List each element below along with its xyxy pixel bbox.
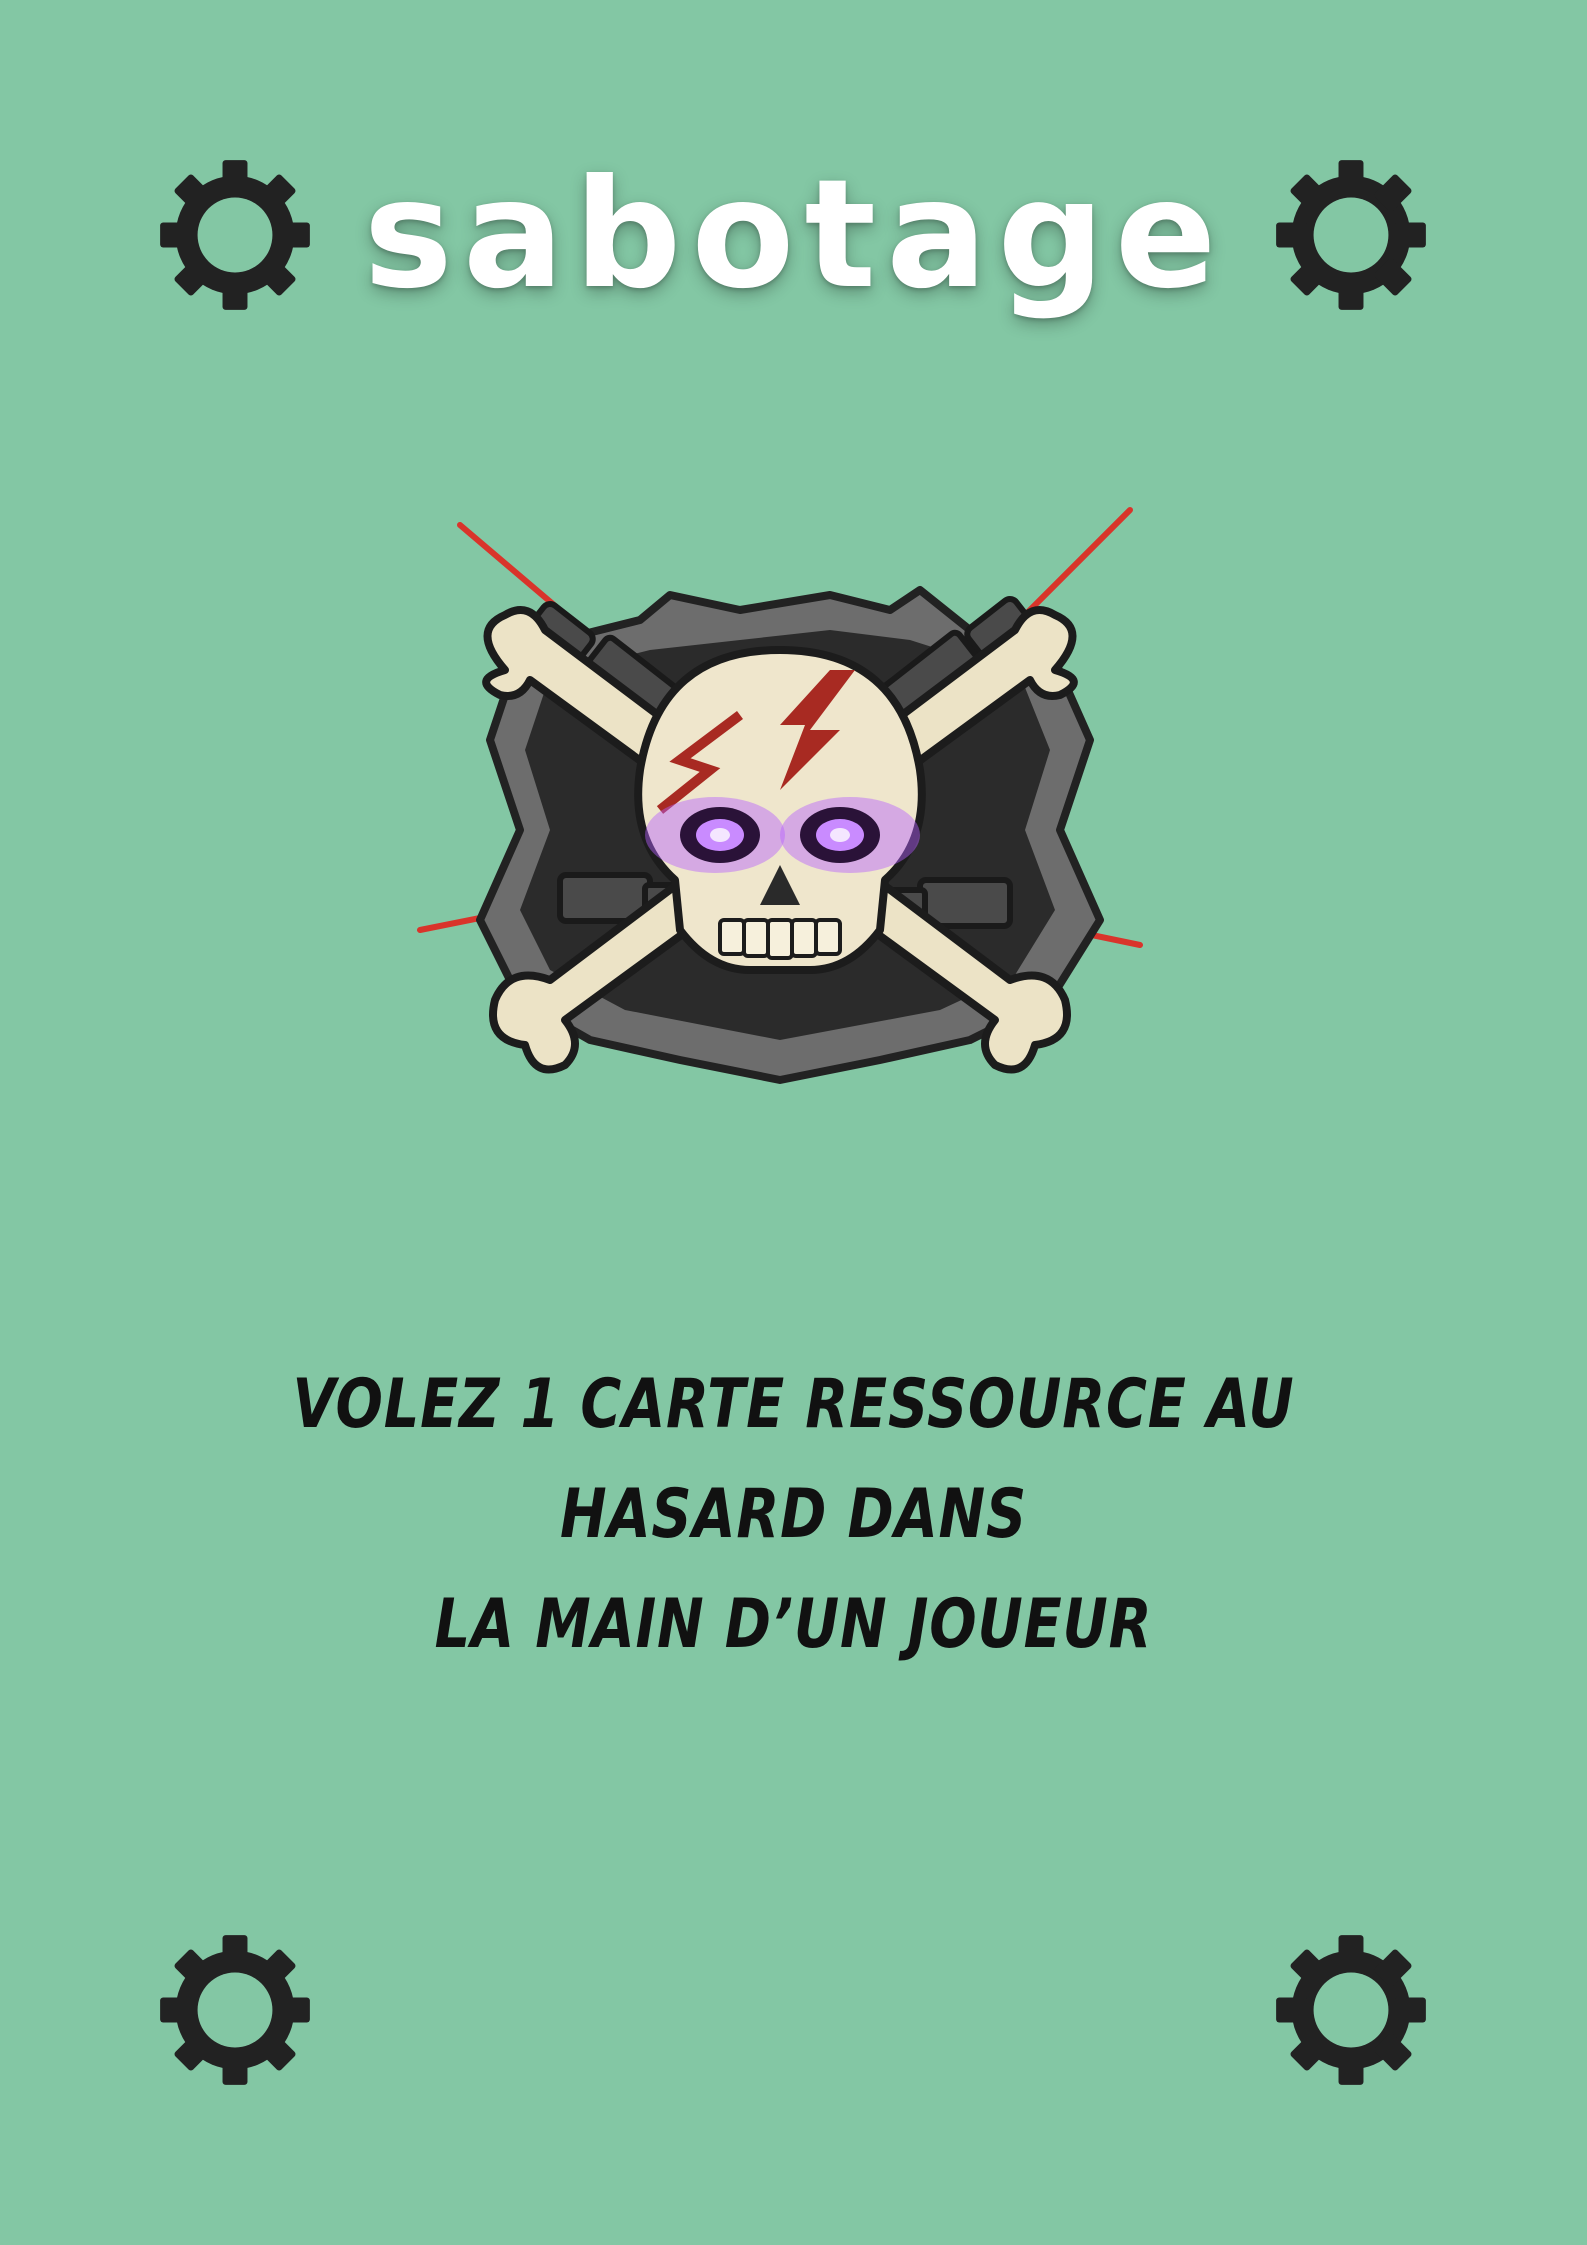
effect-line-2: LA MAIN D’UN JOUEUR bbox=[434, 1585, 1153, 1664]
effect-line-1: VOLEZ 1 CARTE RESSOURCE AU HASARD DANS bbox=[292, 1365, 1295, 1554]
card-effect-text: VOLEZ 1 CARTE RESSOURCE AU HASARD DANS L… bbox=[241, 1350, 1346, 1680]
gear-icon bbox=[1273, 157, 1429, 313]
card-title: SABOTAGE bbox=[363, 148, 1227, 322]
gear-icon bbox=[157, 157, 313, 313]
gear-icon bbox=[157, 1932, 313, 2088]
gear-icon bbox=[1273, 1932, 1429, 2088]
sabotage-card: SABOTAGE bbox=[0, 0, 1587, 2245]
skull-crossbones-icon bbox=[410, 500, 1150, 1130]
